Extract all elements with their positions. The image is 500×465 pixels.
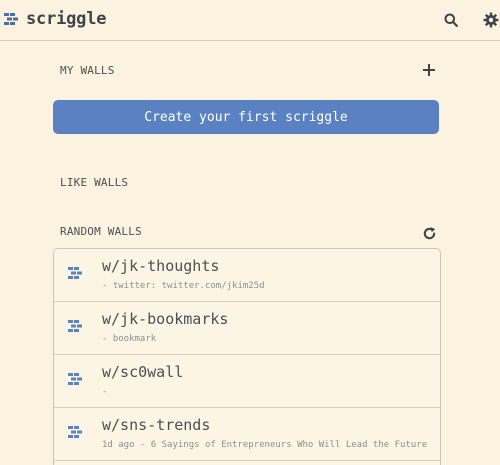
wall-name: w/jk-bookmarks — [102, 310, 229, 328]
wall-name: w/jk-thoughts — [102, 257, 220, 275]
brick-wall-icon — [68, 320, 82, 332]
wall-item-jk-bookmarks[interactable]: w/jk-bookmarks - bookmark — [54, 302, 440, 355]
brick-wall-icon — [4, 13, 18, 25]
app-header: scriggle — [0, 0, 500, 41]
brick-wall-icon — [68, 426, 82, 438]
plus-icon — [423, 64, 435, 76]
refresh-icon — [423, 226, 435, 239]
add-wall-button[interactable] — [419, 60, 439, 80]
wall-description: - twitter: twitter.com/jkim25d — [102, 281, 265, 291]
wall-name: w/sns-trends — [102, 416, 211, 434]
search-button[interactable] — [441, 10, 461, 30]
app-logo[interactable]: scriggle — [4, 9, 106, 29]
settings-button[interactable] — [481, 10, 500, 30]
wall-description: - — [102, 387, 108, 397]
wall-name: w/sc0wall — [102, 363, 184, 381]
gear-icon — [483, 12, 499, 28]
my-walls-heading: MY WALLS — [60, 64, 115, 77]
wall-description: 1d ago - 6 Sayings of Entrepreneurs Who … — [102, 440, 428, 450]
random-walls-list: w/jk-thoughts - twitter: twitter.com/jki… — [53, 248, 441, 465]
create-first-scriggle-button[interactable]: Create your first scriggle — [53, 100, 439, 134]
wall-item-jk-thoughts[interactable]: w/jk-thoughts - twitter: twitter.com/jki… — [54, 249, 440, 302]
random-walls-heading: RANDOM WALLS — [60, 225, 142, 238]
brick-wall-icon — [68, 267, 82, 279]
refresh-button[interactable] — [419, 223, 439, 243]
wall-description: - bookmark — [102, 334, 157, 344]
like-walls-heading: LIKE WALLS — [60, 176, 129, 189]
app-title: scriggle — [26, 9, 107, 29]
brick-wall-icon — [68, 373, 82, 385]
wall-item-sns-trends[interactable]: w/sns-trends 1d ago - 6 Sayings of Entre… — [54, 408, 440, 461]
search-icon — [444, 13, 458, 27]
wall-item-sc0wall[interactable]: w/sc0wall - — [54, 355, 440, 408]
